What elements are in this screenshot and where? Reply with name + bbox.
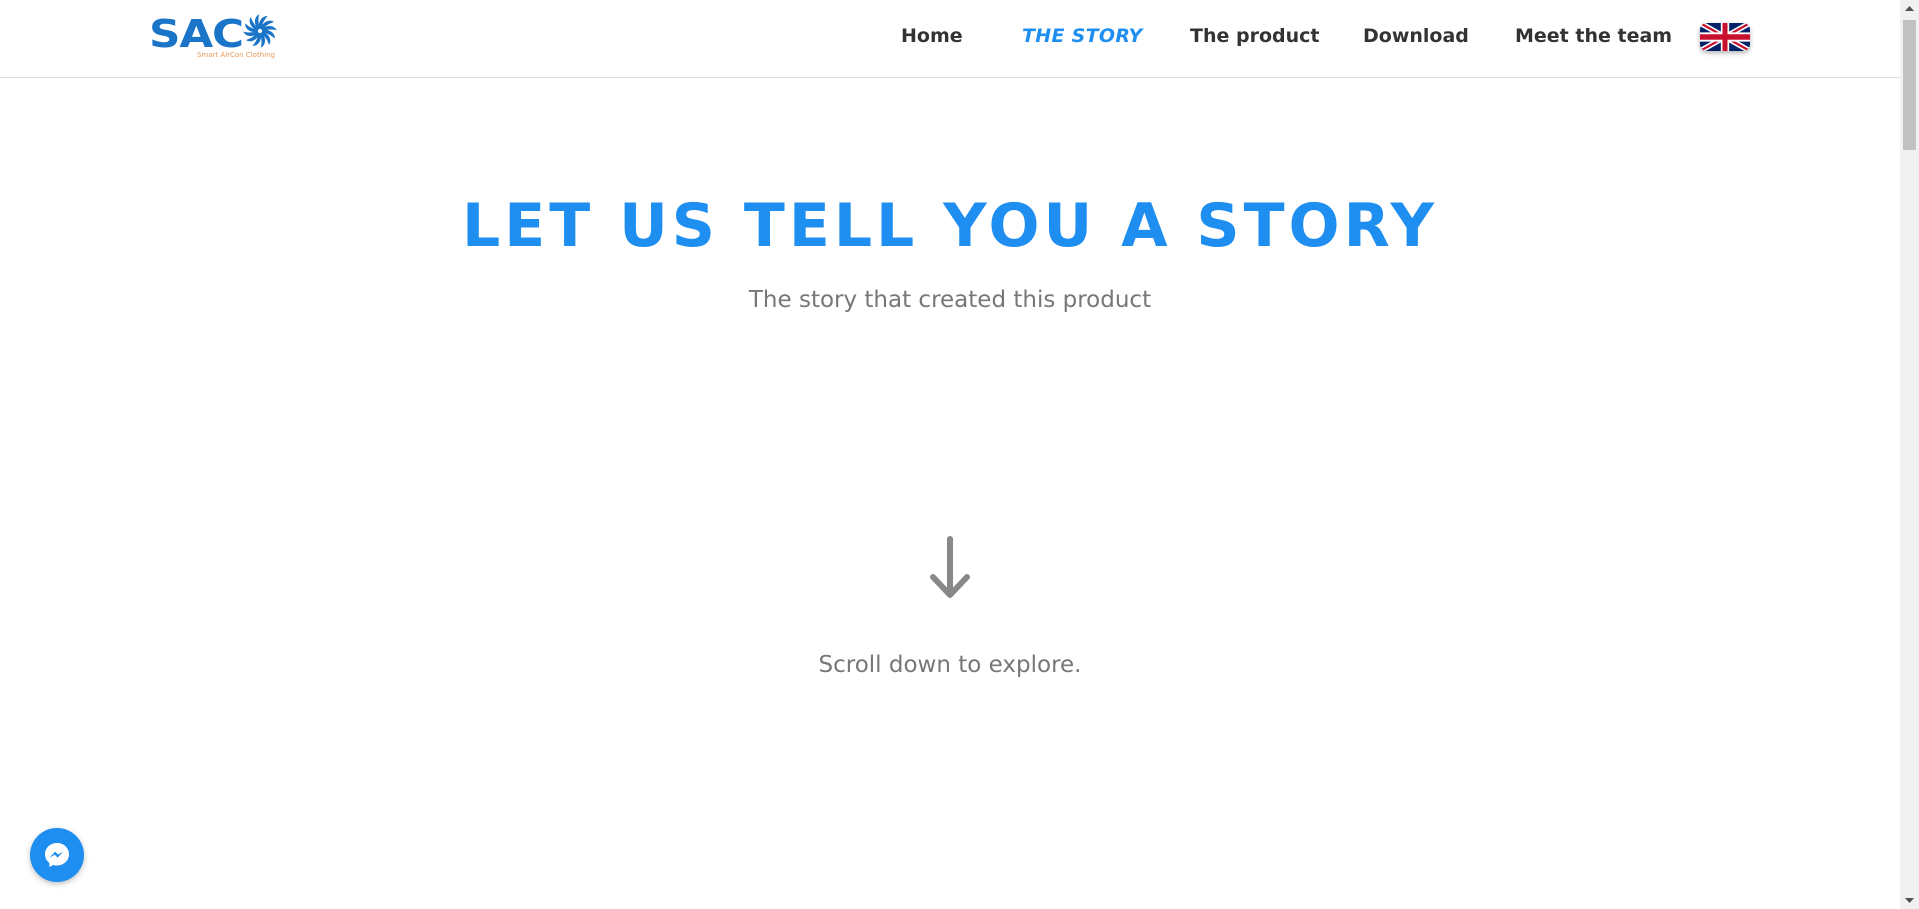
messenger-chat-button[interactable] [30,828,84,882]
scroll-up-arrow-icon[interactable] [1900,0,1919,17]
main-nav: Home THE STORY The product Download Meet… [0,0,1900,74]
page-title: Let us tell you a story [462,191,1438,261]
page: SAC Smart AirCon Clothing Home THE STORY… [0,0,1919,909]
vertical-scrollbar[interactable] [1900,0,1919,909]
site-header: SAC Smart AirCon Clothing Home THE STORY… [0,0,1900,78]
nav-team-link[interactable]: Meet the team [1515,25,1672,47]
language-switcher[interactable] [1700,23,1750,51]
scroll-down-arrow-icon[interactable] [1900,892,1919,909]
page-subtitle: The story that created this product [748,287,1152,313]
nav-home-link[interactable]: Home [901,25,963,47]
arrow-down-icon [930,536,970,598]
scroll-hint: Scroll down to explore. [818,652,1082,678]
nav-product-link[interactable]: The product [1190,25,1319,47]
messenger-icon [45,843,69,867]
uk-flag-icon [1700,23,1750,51]
nav-download-link[interactable]: Download [1363,25,1469,47]
scrollbar-thumb[interactable] [1903,20,1916,150]
nav-story-link[interactable]: THE STORY [1022,25,1143,47]
